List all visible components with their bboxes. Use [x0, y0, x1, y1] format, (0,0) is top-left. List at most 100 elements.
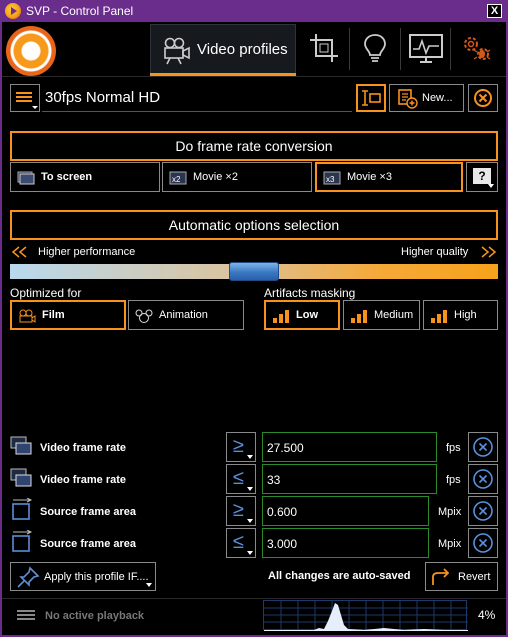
- operator-symbol: ≤: [233, 467, 244, 489]
- tab-crop[interactable]: [302, 26, 346, 72]
- condition-value: 0.600: [267, 505, 298, 519]
- condition-value: 3.000: [267, 537, 298, 551]
- bars-high-icon: [430, 309, 448, 323]
- condition-label: Video frame rate: [40, 442, 127, 454]
- condition-value-field[interactable]: 3.000: [262, 528, 429, 558]
- dropdown-arrow-icon: [247, 455, 253, 459]
- to-screen-option[interactable]: To screen: [10, 162, 160, 192]
- remove-condition-button[interactable]: [468, 464, 498, 494]
- monitor-icon: [409, 34, 443, 63]
- optimized-for-label: Optimized for: [10, 286, 82, 300]
- delete-icon: [474, 89, 492, 107]
- toolbar-separator: [349, 28, 350, 70]
- condition-operator-button[interactable]: ≥: [226, 432, 256, 462]
- profile-name: 30fps Normal HD: [45, 89, 161, 106]
- condition-value: 27.500: [267, 441, 304, 455]
- condition-unit: Mpix: [438, 506, 462, 518]
- artifacts-masking-label: Artifacts masking: [264, 286, 356, 300]
- condition-operator-button[interactable]: ≤: [226, 528, 256, 558]
- tab-settings[interactable]: [455, 26, 499, 72]
- condition-value-field[interactable]: 27.500: [262, 432, 437, 462]
- artifacts-medium-option[interactable]: Medium: [343, 300, 420, 330]
- condition-operator-button[interactable]: ≤: [226, 464, 256, 494]
- new-document-icon: [398, 89, 418, 109]
- film-option[interactable]: Film: [10, 300, 126, 330]
- window-close-button[interactable]: X: [487, 4, 502, 18]
- condition-value: 33: [267, 473, 281, 487]
- new-profile-button[interactable]: New...: [389, 84, 464, 112]
- artifacts-high-option[interactable]: High: [423, 300, 498, 330]
- remove-condition-button[interactable]: [468, 496, 498, 526]
- screen-icon: [17, 171, 35, 184]
- gears-bug-icon: [464, 37, 491, 60]
- toolbar-separator: [450, 28, 451, 70]
- to-screen-label: To screen: [41, 171, 93, 183]
- tab-tips[interactable]: [353, 26, 397, 72]
- toolbar-divider: [2, 76, 506, 77]
- remove-icon: [473, 469, 493, 489]
- playback-status: No active playback: [45, 610, 145, 622]
- new-profile-label: New...: [422, 92, 453, 104]
- remove-icon: [473, 533, 493, 553]
- menu-list-icon: [16, 92, 38, 109]
- frame-rate-conversion-button[interactable]: Do frame rate conversion: [10, 131, 498, 161]
- delete-profile-button[interactable]: [468, 84, 498, 112]
- artifacts-medium-label: Medium: [374, 309, 414, 321]
- dropdown-arrow-icon: [247, 551, 253, 555]
- dropdown-arrow-icon: [146, 583, 152, 587]
- frame-area-icon: [10, 497, 34, 522]
- frame-area-icon: [10, 529, 34, 554]
- lightbulb-icon: [364, 34, 386, 62]
- condition-value-field[interactable]: 0.600: [262, 496, 429, 526]
- apply-profile-if-button[interactable]: Apply this profile IF....: [10, 562, 156, 591]
- rename-icon: [362, 90, 381, 106]
- frame-rate-help-button[interactable]: ?: [466, 162, 498, 192]
- profile-list-button[interactable]: [10, 84, 40, 112]
- frames-icon: [10, 468, 34, 490]
- artifacts-high-label: High: [454, 309, 477, 321]
- pin-icon: [17, 566, 40, 588]
- tab-label: Video profiles: [197, 41, 288, 58]
- title-bar: SVP - Control Panel X: [0, 0, 508, 22]
- automatic-options-button[interactable]: Automatic options selection: [10, 210, 498, 240]
- animation-option[interactable]: Animation: [128, 300, 244, 330]
- dropdown-arrow-icon: [488, 184, 494, 188]
- movie-x2-label: Movie ×2: [193, 171, 238, 183]
- window-title: SVP - Control Panel: [26, 4, 134, 18]
- movie-x2-option[interactable]: x2 Movie ×2: [162, 162, 312, 192]
- revert-button[interactable]: Revert: [425, 562, 498, 591]
- svp-logo: [6, 26, 56, 76]
- condition-unit: Mpix: [438, 538, 462, 550]
- mouse-ears-icon: [135, 309, 153, 323]
- rewind-icon: [10, 245, 30, 259]
- playback-menu-icon[interactable]: [16, 608, 38, 622]
- remove-condition-button[interactable]: [468, 432, 498, 462]
- bars-medium-icon: [350, 309, 368, 323]
- condition-label: Video frame rate: [40, 474, 127, 486]
- artifacts-low-option[interactable]: Low: [264, 300, 340, 330]
- rename-profile-button[interactable]: [356, 84, 386, 112]
- dropdown-arrow-icon: [247, 519, 253, 523]
- quality-slider-thumb[interactable]: [229, 262, 279, 281]
- help-label: ?: [473, 168, 491, 184]
- condition-unit: fps: [446, 442, 461, 454]
- condition-value-field[interactable]: 33: [262, 464, 437, 494]
- condition-label: Source frame area: [40, 538, 136, 550]
- condition-operator-button[interactable]: ≥: [226, 496, 256, 526]
- frames-icon: [10, 436, 34, 458]
- remove-condition-button[interactable]: [468, 528, 498, 558]
- movie-x3-label: Movie ×3: [347, 171, 392, 183]
- operator-symbol: ≤: [233, 531, 244, 553]
- tab-video-profiles[interactable]: Video profiles: [150, 24, 296, 76]
- movie-x3-option[interactable]: x3 Movie ×3: [315, 162, 463, 192]
- profile-name-field[interactable]: 30fps Normal HD: [42, 84, 352, 112]
- animation-label: Animation: [159, 309, 208, 321]
- status-bar-divider: [2, 598, 506, 599]
- condition-label: Source frame area: [40, 506, 136, 518]
- video-camera-icon: [164, 37, 190, 65]
- film-camera-icon: [18, 309, 36, 323]
- movie-x3-icon: x3: [323, 171, 341, 184]
- svg-text:x3: x3: [326, 175, 335, 184]
- remove-icon: [473, 501, 493, 521]
- tab-monitor[interactable]: [404, 26, 448, 72]
